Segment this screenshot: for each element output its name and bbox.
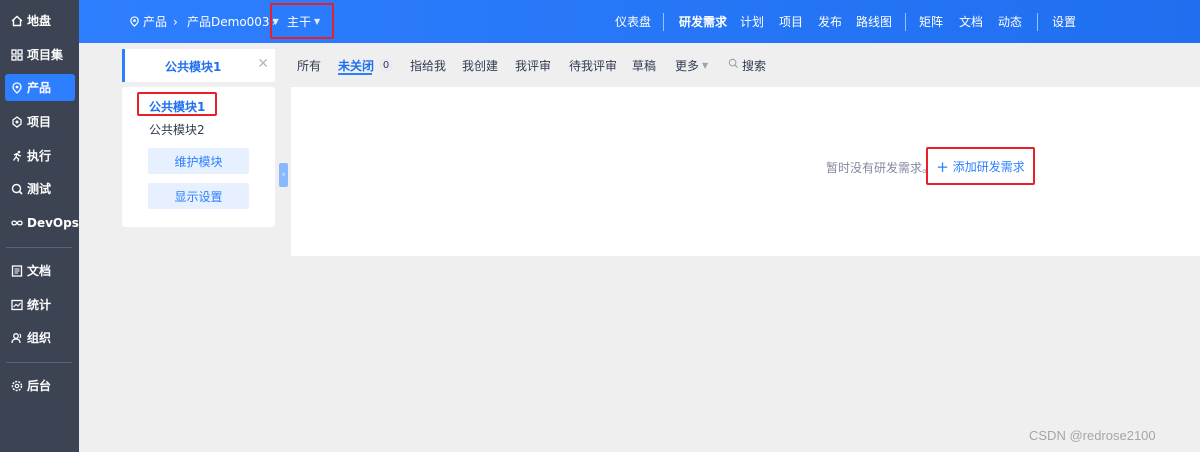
chevron-left-icon: ‹ (281, 170, 286, 180)
filter-unclosed[interactable]: 未关闭 0 (338, 57, 394, 73)
sidebar-item-product[interactable]: 产品 (5, 74, 75, 101)
nav-divider (663, 13, 664, 31)
sidebar-item-program[interactable]: 项目集 (5, 41, 75, 68)
maintain-module-button[interactable]: 维护模块 (148, 148, 249, 174)
test-icon (11, 183, 23, 195)
top-navbar: 产品 › 产品Demo003 ▼ › 主干 ▼ 仪表盘 研发需求 计划 项目 发… (79, 0, 1200, 43)
story-list-area (291, 87, 1200, 256)
people-icon (11, 332, 23, 344)
count-badge: 0 (379, 58, 394, 72)
filter-created-by-me[interactable]: 我创建 (462, 57, 498, 73)
nav-dashboard[interactable]: 仪表盘 (615, 0, 651, 43)
nav-stories[interactable]: 研发需求 (679, 0, 727, 43)
sidebar-item-execution[interactable]: 执行 (5, 142, 75, 169)
sidebar-item-org[interactable]: 组织 (5, 324, 75, 351)
sidebar-item-label: 后台 (27, 379, 52, 393)
sidebar-item-stats[interactable]: 统计 (5, 291, 75, 318)
sidebar-item-label: 文档 (27, 264, 52, 278)
highlight-box (926, 147, 1035, 185)
sidebar-item-label: 统计 (27, 298, 52, 312)
run-icon (11, 150, 23, 162)
filter-to-review[interactable]: 待我评审 (569, 57, 617, 73)
sidebar-item-doc[interactable]: 文档 (5, 257, 75, 284)
chevron-right-icon: › (173, 14, 178, 29)
nav-doc[interactable]: 文档 (959, 0, 983, 43)
infinity-icon (11, 217, 23, 229)
module-tab[interactable]: 公共模块1 ✕ (122, 49, 275, 82)
breadcrumb-product-name-label: 产品Demo003 (187, 15, 270, 29)
home-icon (11, 15, 23, 27)
nav-plan[interactable]: 计划 (740, 0, 764, 43)
doc-icon (11, 264, 23, 277)
nav-project[interactable]: 项目 (779, 0, 803, 43)
sidebar-item-label: 地盘 (27, 14, 52, 28)
search-toggle[interactable]: 搜索 (728, 57, 766, 73)
filter-all[interactable]: 所有 (297, 57, 321, 73)
display-settings-button[interactable]: 显示设置 (148, 183, 249, 209)
close-icon[interactable]: ✕ (257, 56, 269, 72)
sidebar-item-test[interactable]: 测试 (5, 175, 75, 202)
sidebar-item-label: 项目 (27, 115, 52, 129)
sidebar-item-devops[interactable]: DevOps (5, 209, 79, 236)
filter-more[interactable]: 更多 ▼ (675, 57, 708, 73)
sidebar-item-label: 执行 (27, 149, 52, 163)
nav-release[interactable]: 发布 (818, 0, 842, 43)
filter-draft[interactable]: 草稿 (632, 57, 656, 73)
nav-roadmap[interactable]: 路线图 (856, 0, 892, 43)
active-tab-underline (338, 73, 372, 75)
nav-divider (1037, 13, 1038, 31)
grid-icon (11, 48, 23, 61)
filter-unclosed-label: 未关闭 (338, 58, 375, 73)
breadcrumb-product[interactable]: 产品 (129, 0, 167, 43)
main-sidebar: 地盘 项目集 产品 项目 执行 测试 DevOps 文档 统计 组织 后台 (0, 0, 79, 452)
filter-assigned-to-me[interactable]: 指给我 (410, 57, 446, 73)
project-icon (11, 115, 23, 128)
watermark: CSDN @redrose2100 (1029, 428, 1156, 443)
sidebar-item-label: DevOps (27, 215, 79, 230)
breadcrumb-product-label: 产品 (143, 15, 168, 29)
filter-more-label: 更多 (675, 58, 700, 73)
sidebar-item-label: 项目集 (27, 48, 64, 62)
nav-dynamic[interactable]: 动态 (998, 0, 1022, 43)
sidebar-divider (6, 247, 72, 248)
filter-reviewed-by-me[interactable]: 我评审 (515, 57, 551, 73)
sidebar-divider (6, 362, 72, 363)
search-label: 搜索 (742, 58, 767, 73)
sidebar-item-admin[interactable]: 后台 (5, 372, 75, 399)
product-icon (11, 81, 23, 94)
chart-icon (11, 299, 23, 311)
nav-matrix[interactable]: 矩阵 (919, 0, 943, 43)
breadcrumb-product-name[interactable]: 产品Demo003 ▼ (187, 0, 279, 43)
empty-state-text: 暂时没有研发需求。 (826, 161, 935, 175)
sidebar-item-label: 产品 (27, 81, 52, 95)
module-tab-label: 公共模块1 (165, 60, 222, 74)
sidebar-item-project[interactable]: 项目 (5, 108, 75, 135)
product-icon (129, 16, 140, 27)
gear-icon (11, 380, 23, 392)
highlight-box (270, 3, 334, 39)
sidebar-item-label: 组织 (27, 331, 52, 345)
nav-divider (905, 13, 906, 31)
chevron-down-icon: ▼ (702, 60, 709, 70)
module-item[interactable]: 公共模块2 (149, 121, 205, 138)
highlight-box (137, 92, 217, 116)
sidebar-item-home[interactable]: 地盘 (5, 7, 75, 34)
search-icon (728, 58, 742, 72)
sidebar-item-label: 测试 (27, 182, 52, 196)
collapse-sidebar-handle[interactable]: ‹ (279, 163, 288, 187)
nav-settings[interactable]: 设置 (1052, 0, 1076, 43)
